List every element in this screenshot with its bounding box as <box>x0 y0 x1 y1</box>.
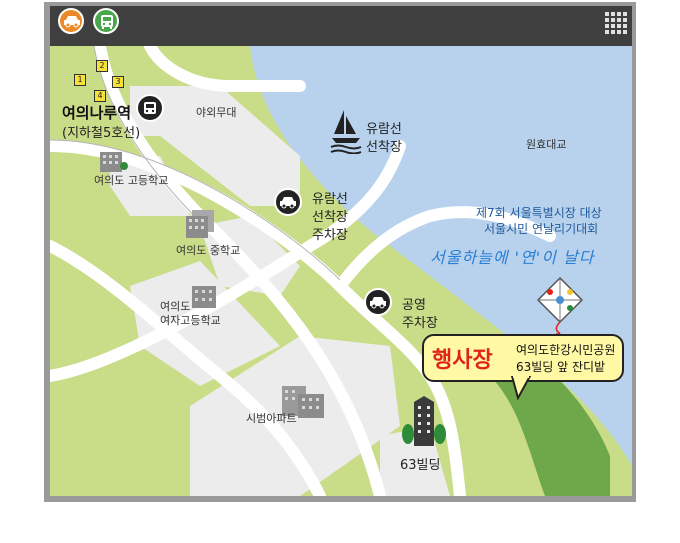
bridge-label: 원효대교 <box>526 138 567 151</box>
event-venue-callout: 행사장 여의도한강시민공원 63빌딩 앞 잔디밭 <box>422 334 624 382</box>
car-icon <box>64 16 80 28</box>
car-icon <box>280 197 296 209</box>
cruise-parking-car-pin[interactable] <box>274 188 302 216</box>
callout-line-2: 63빌딩 앞 잔디밭 <box>516 360 606 374</box>
map-canvas[interactable]: 1 2 3 4 여의나루역 (지하철5호선) 야외무대 여의도 고등학교 여의도… <box>50 46 632 496</box>
public-parking-label-2: 주차장 <box>402 316 438 331</box>
school-building-icon <box>100 152 128 172</box>
outdoor-stage-label: 야외무대 <box>196 106 237 119</box>
callout-title: 행사장 <box>432 348 493 373</box>
exit-1-marker: 1 <box>74 74 86 86</box>
station-line: (지하철5호선) <box>62 126 141 141</box>
cruise-parking-label-1: 유람선 <box>312 192 348 207</box>
middle-school-building-icon <box>186 210 214 238</box>
exit-3-marker: 3 <box>112 76 124 88</box>
station-bus-pin[interactable] <box>136 94 164 122</box>
cruise-parking-label-3: 주차장 <box>312 228 348 243</box>
middle-school-label: 여의도 중학교 <box>176 244 241 257</box>
grid-menu-icon[interactable] <box>604 11 628 35</box>
callout-pointer <box>510 376 532 400</box>
bus-icon <box>101 15 113 29</box>
ship-icon <box>330 110 362 154</box>
car-icon <box>370 297 386 309</box>
station-name: 여의나루역 <box>62 104 132 122</box>
cruise-parking-label-2: 선착장 <box>312 210 348 225</box>
high-school-label: 여의도 고등학교 <box>94 174 169 187</box>
callout-line-1: 여의도한강시민공원 <box>516 343 616 357</box>
public-parking-car-pin[interactable] <box>364 288 392 316</box>
bus-icon <box>144 102 156 114</box>
exit-4-marker: 4 <box>94 90 106 102</box>
car-route-button[interactable] <box>58 8 84 34</box>
bus-route-button[interactable] <box>93 8 119 34</box>
event-title-line-2: 서울시민 연날리기대회 <box>484 222 599 236</box>
building-63-icon <box>402 396 446 446</box>
girls-school-building-icon <box>192 286 216 308</box>
cruise-dock-label-1: 유람선 <box>366 122 402 137</box>
apartment-label: 시범아파트 <box>246 412 297 425</box>
girls-school-label-2: 여자고등학교 <box>160 314 221 327</box>
public-parking-label-1: 공영 <box>402 298 426 313</box>
map-toolbar <box>50 6 632 46</box>
event-slogan: 서울하늘에 '연'이 날다 <box>430 248 595 267</box>
building-63-label: 63빌딩 <box>400 458 441 473</box>
exit-2-marker: 2 <box>96 60 108 72</box>
cruise-dock-label-2: 선착장 <box>366 140 402 155</box>
event-title-line-1: 제7회 서울특별시장 대상 <box>476 206 602 220</box>
kite-icon <box>536 276 584 334</box>
